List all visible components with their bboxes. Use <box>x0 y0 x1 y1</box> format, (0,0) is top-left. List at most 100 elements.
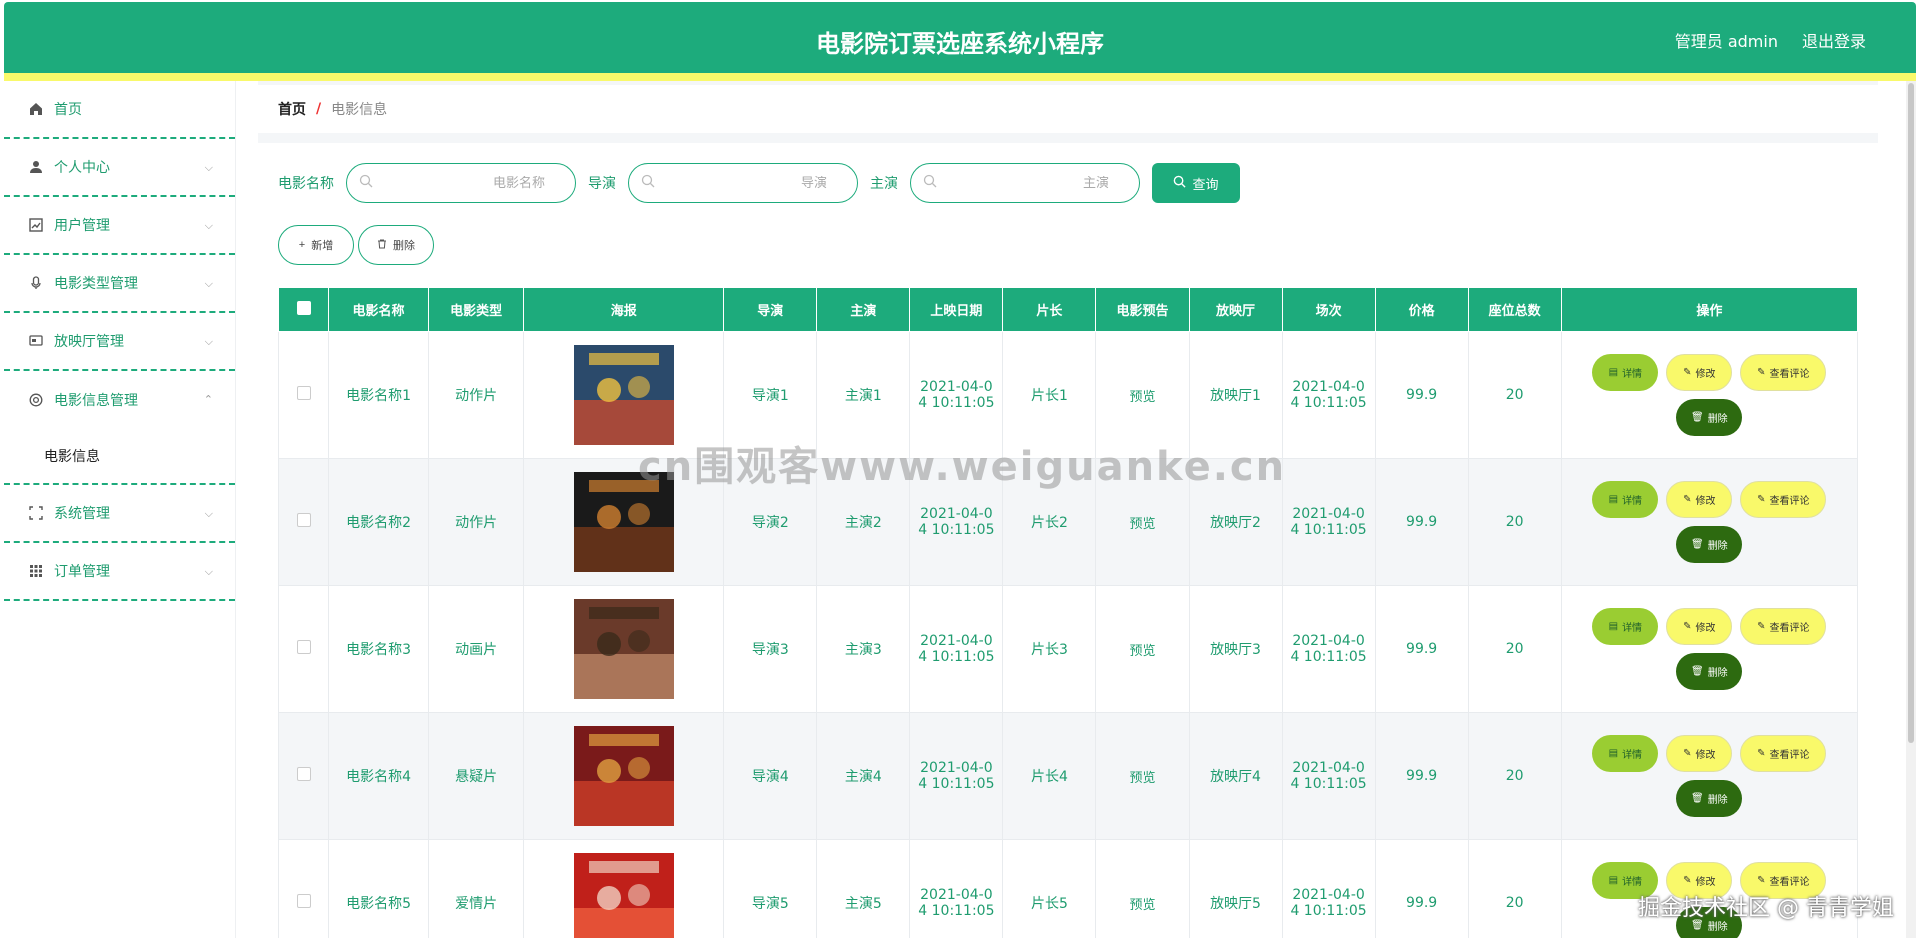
poster-image[interactable] <box>573 726 674 826</box>
view-reviews-button[interactable]: ✎ 查看评论 <box>1740 481 1827 518</box>
site-watermark: cn围观客www.weiguanke.cn <box>638 444 1287 490</box>
actor-input[interactable] <box>937 175 1109 191</box>
detail-button[interactable]: ▤ 详情 <box>1592 735 1659 772</box>
sidebar-item-system[interactable]: 系统管理 ⌵ <box>4 485 235 543</box>
cell-session: 2021-04-0 4 10:11:05 <box>1281 839 1376 938</box>
cell-seats: 20 <box>1467 585 1562 713</box>
pencil-icon: ✎ <box>1683 748 1692 759</box>
row-delete-button[interactable]: 🗑 删除 <box>1676 399 1743 436</box>
row-checkbox[interactable] <box>296 894 311 908</box>
table-row: 电影名称4 悬疑片 导演4 主演4 2021-04-0 4 10:11:05 片长4 预览 放映… <box>277 712 1859 840</box>
row-checkbox[interactable] <box>296 513 311 527</box>
chevron-down-icon: ⌵ <box>204 219 213 232</box>
row-select-cell[interactable] <box>277 585 330 713</box>
cell-session: 2021-04-0 4 10:11:05 <box>1281 585 1376 713</box>
document-icon: ▤ <box>1608 494 1619 505</box>
trash-icon: 🗑 <box>1690 666 1704 677</box>
mic-icon <box>28 275 44 291</box>
view-reviews-button[interactable]: ✎ 查看评论 <box>1740 608 1827 645</box>
row-checkbox[interactable] <box>296 640 311 654</box>
poster-image[interactable] <box>573 599 674 699</box>
edit-button[interactable]: ✎ 修改 <box>1666 735 1733 772</box>
row-select-cell[interactable] <box>277 712 330 840</box>
cell-hall: 放映厅4 <box>1188 712 1283 840</box>
cell-actor: 主演5 <box>816 839 911 938</box>
scrollbar-thumb[interactable] <box>1908 83 1914 743</box>
review-label: 查看评论 <box>1769 369 1810 380</box>
col-type: 电影类型 <box>428 287 525 332</box>
cell-trailer: 预览 <box>1095 712 1190 840</box>
director-label: 导演 <box>588 176 616 192</box>
poster-image[interactable] <box>573 853 674 938</box>
release-date-part2: 4 10:11:05 <box>918 395 995 411</box>
row-select-cell[interactable] <box>277 458 330 586</box>
movie-name-input[interactable] <box>373 175 545 191</box>
batch-delete-button[interactable]: 删除 <box>358 225 434 265</box>
preview-link[interactable]: 预览 <box>1129 898 1155 913</box>
breadcrumb-home[interactable]: 首页 <box>278 99 306 119</box>
row-actions: ▤ 详情 ✎ 修改 ✎ 查看评论 🗑 删除 <box>1562 481 1857 563</box>
director-field[interactable] <box>628 163 858 203</box>
sidebar-item-personal[interactable]: 个人中心 ⌵ <box>4 139 235 197</box>
preview-link[interactable]: 预览 <box>1129 517 1155 532</box>
cell-price: 99.9 <box>1374 712 1469 840</box>
preview-link[interactable]: 预览 <box>1129 644 1155 659</box>
sidebar-item-movie-info[interactable]: 电影信息管理 ⌃ <box>4 371 235 429</box>
cell-price: 99.9 <box>1374 458 1469 586</box>
sidebar-item-home[interactable]: 首页 <box>4 81 235 139</box>
sidebar-item-halls[interactable]: 放映厅管理 ⌵ <box>4 313 235 371</box>
poster-image[interactable] <box>573 345 674 445</box>
col-trailer: 电影预告 <box>1095 287 1190 332</box>
edit-button[interactable]: ✎ 修改 <box>1666 354 1733 391</box>
cell-type: 动作片 <box>428 458 525 586</box>
row-delete-button[interactable]: 🗑 删除 <box>1676 653 1743 690</box>
view-reviews-button[interactable]: ✎ 查看评论 <box>1740 354 1827 391</box>
preview-link[interactable]: 预览 <box>1129 390 1155 405</box>
trash-icon: 🗑 <box>1690 539 1704 550</box>
add-button[interactable]: + 新增 <box>278 225 354 265</box>
select-all-cell[interactable] <box>277 287 330 332</box>
logout-link[interactable]: 退出登录 <box>1802 28 1866 52</box>
detail-button[interactable]: ▤ 详情 <box>1592 481 1659 518</box>
col-name: 电影名称 <box>328 287 430 332</box>
cell-trailer: 预览 <box>1095 839 1190 938</box>
col-release-date: 上映日期 <box>909 287 1004 332</box>
row-select-cell[interactable] <box>277 839 330 938</box>
sidebar: 首页 个人中心 ⌵ 用户管理 ⌵ 电影类型管理 ⌵ 放映厅管理 ⌵ 电影信息管理… <box>4 81 236 938</box>
row-delete-button[interactable]: 🗑 删除 <box>1676 526 1743 563</box>
breadcrumb: 首页 / 电影信息 <box>258 85 1878 133</box>
table-row: 电影名称3 动画片 导演3 主演3 2021-04-0 4 10:11:05 片长3 预览 放映… <box>277 585 1859 713</box>
row-delete-label: 删除 <box>1707 414 1728 425</box>
sidebar-item-users[interactable]: 用户管理 ⌵ <box>4 197 235 255</box>
row-delete-button[interactable]: 🗑 删除 <box>1676 780 1743 817</box>
actor-field[interactable] <box>910 163 1140 203</box>
edit-button[interactable]: ✎ 修改 <box>1666 608 1733 645</box>
view-reviews-button[interactable]: ✎ 查看评论 <box>1740 735 1827 772</box>
detail-button[interactable]: ▤ 详情 <box>1592 354 1659 391</box>
pencil-icon: ✎ <box>1757 621 1766 632</box>
session-part2: 4 10:11:05 <box>1290 776 1367 792</box>
cell-actor: 主演3 <box>816 585 911 713</box>
row-checkbox[interactable] <box>296 767 311 781</box>
preview-link[interactable]: 预览 <box>1129 771 1155 786</box>
query-button[interactable]: 查询 <box>1152 163 1240 203</box>
review-label: 查看评论 <box>1769 623 1810 634</box>
sidebar-item-movie-types[interactable]: 电影类型管理 ⌵ <box>4 255 235 313</box>
admin-user-label[interactable]: 管理员 admin <box>1675 28 1778 52</box>
cell-seats: 20 <box>1467 458 1562 586</box>
sidebar-subitem-movie-info[interactable]: 电影信息 <box>4 429 235 485</box>
row-select-cell[interactable] <box>277 331 330 459</box>
page-scrollbar[interactable] <box>1906 81 1916 938</box>
select-all-checkbox[interactable] <box>296 300 311 315</box>
cell-type: 爱情片 <box>428 839 525 938</box>
session-part2: 4 10:11:05 <box>1290 649 1367 665</box>
row-checkbox[interactable] <box>296 386 311 400</box>
cell-poster <box>523 712 725 840</box>
sidebar-item-orders[interactable]: 订单管理 ⌵ <box>4 543 235 601</box>
row-actions: ▤ 详情 ✎ 修改 ✎ 查看评论 🗑 删除 <box>1562 608 1857 690</box>
edit-button[interactable]: ✎ 修改 <box>1666 481 1733 518</box>
detail-button[interactable]: ▤ 详情 <box>1592 608 1659 645</box>
director-input[interactable] <box>655 175 827 191</box>
col-price: 价格 <box>1374 287 1469 332</box>
movie-name-field[interactable] <box>346 163 576 203</box>
